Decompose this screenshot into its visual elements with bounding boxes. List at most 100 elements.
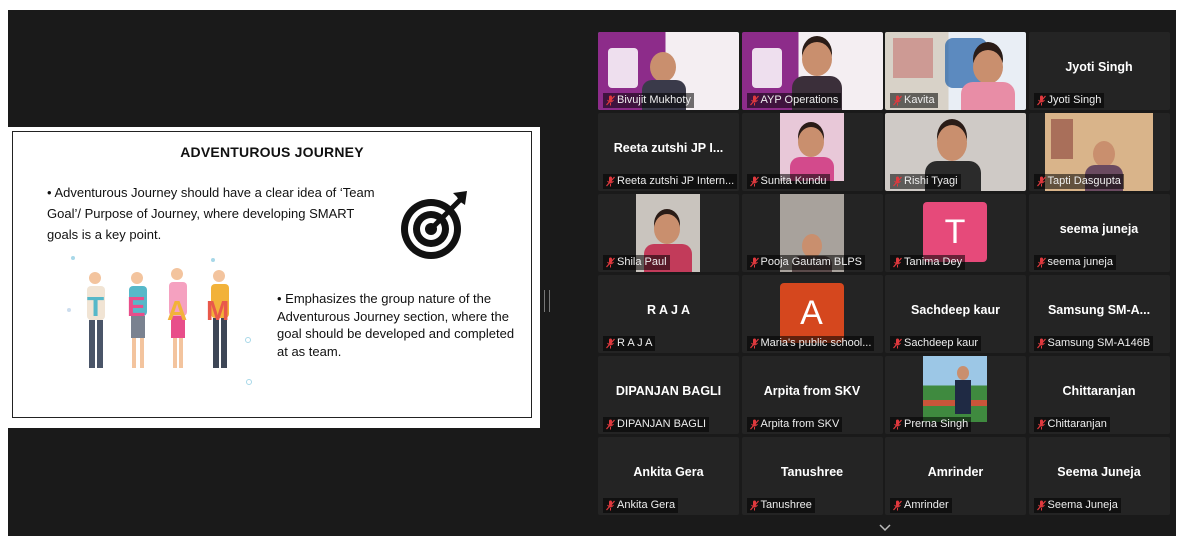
participant-tile[interactable]: A Maria's public school... [741, 275, 883, 353]
participant-name-label: Jyoti Singh [1033, 93, 1105, 108]
participant-display-name: Sachdeep kaur [911, 303, 1000, 317]
meeting-window: ADVENTUROUS JOURNEY • Adventurous Journe… [8, 10, 1176, 536]
participant-name: AYP Operations [760, 94, 839, 106]
participant-tile[interactable]: Shila Paul [598, 194, 739, 272]
participant-name: Arpita from SKV [760, 418, 840, 430]
mic-muted-icon [1036, 338, 1046, 349]
participant-tile[interactable]: Jyoti Singh Jyoti Singh [1028, 32, 1170, 110]
participant-display-name: Jyoti Singh [1065, 60, 1133, 74]
participant-name-label: DIPANJAN BAGLI [603, 417, 710, 432]
mic-muted-icon [606, 176, 615, 187]
participant-name: Bivujit Mukhoty [617, 94, 691, 106]
participant-name: Sachdeep kaur [904, 337, 978, 349]
participant-tile[interactable]: Rishi Tyagi [885, 113, 1026, 191]
participant-name: Ankita Gera [617, 499, 676, 511]
participant-name: Kavita [904, 94, 935, 106]
slide: ADVENTUROUS JOURNEY • Adventurous Journe… [12, 131, 532, 418]
participant-name: Samsung SM-A146B [1047, 337, 1151, 349]
mic-muted-icon [893, 176, 902, 187]
participant-name: Jyoti Singh [1047, 94, 1102, 106]
mic-muted-icon [606, 338, 615, 349]
resize-handle[interactable] [544, 290, 550, 312]
participant-name-label: seema juneja [1033, 255, 1116, 270]
participant-name-label: Ankita Gera [603, 498, 679, 513]
mic-muted-icon [893, 257, 902, 268]
participant-name-label: Seema Juneja [1033, 498, 1121, 513]
participant-name-label: Maria's public school... [746, 336, 875, 351]
participant-display-name: Tanushree [780, 465, 844, 479]
participant-name-label: Chittaranjan [1033, 417, 1110, 432]
participant-name-label: Shila Paul [603, 255, 670, 270]
mic-muted-icon [893, 95, 902, 106]
participant-tile[interactable]: Pooja Gautam BLPS [741, 194, 883, 272]
participant-name-label: Samsung SM-A146B [1033, 336, 1154, 351]
participant-tile[interactable]: seema juneja seema juneja [1028, 194, 1170, 272]
mic-muted-icon [749, 338, 759, 349]
participant-name-label: Pooja Gautam BLPS [746, 255, 866, 270]
participant-tile[interactable]: Bivujit Mukhoty [598, 32, 739, 110]
mic-muted-icon [749, 257, 759, 268]
participant-name-label: R A J A [603, 336, 656, 351]
participant-tile[interactable]: DIPANJAN BAGLI DIPANJAN BAGLI [598, 356, 739, 434]
participant-display-name: Reeta zutshi JP I... [613, 141, 724, 155]
participant-tile[interactable]: Kavita [885, 32, 1026, 110]
video-feed [779, 113, 844, 181]
participant-name: Tanushree [760, 499, 812, 511]
participant-tile[interactable]: Tanushree Tanushree [741, 437, 883, 515]
participant-tile[interactable]: Sachdeep kaur Sachdeep kaur [885, 275, 1026, 353]
participant-tile[interactable]: Tapti Dasgupta [1028, 113, 1170, 191]
participant-name: Amrinder [904, 499, 949, 511]
mic-muted-icon [749, 419, 759, 430]
participant-tile[interactable]: Ankita Gera Ankita Gera [598, 437, 739, 515]
participant-tile[interactable]: Prerna Singh [885, 356, 1026, 434]
participant-gallery: Bivujit Mukhoty AYP Operations Kavita Jyoti… [598, 32, 1170, 518]
participant-name: Sunita Kundu [760, 175, 827, 187]
shared-screen: ADVENTUROUS JOURNEY • Adventurous Journe… [8, 127, 540, 428]
svg-text:A: A [167, 295, 187, 326]
participant-display-name: R A J A [646, 303, 691, 317]
svg-text:T: T [87, 291, 104, 322]
mic-muted-icon [749, 500, 759, 511]
mic-muted-icon [606, 419, 615, 430]
mic-muted-icon [1036, 500, 1046, 511]
slide-bullet-1: • Adventurous Journey should have a clea… [47, 185, 375, 242]
svg-text:E: E [127, 291, 146, 322]
participant-display-name: Samsung SM-A... [1047, 303, 1151, 317]
participant-tile[interactable]: Reeta zutshi JP I... Reeta zutshi JP Inte… [598, 113, 739, 191]
participant-name-label: Tapti Dasgupta [1033, 174, 1124, 189]
participant-tile[interactable]: Arpita from SKV Arpita from SKV [741, 356, 883, 434]
mic-muted-icon [606, 500, 615, 511]
participant-tile[interactable]: T Tanima Dey [885, 194, 1026, 272]
participant-tile[interactable]: Samsung SM-A... Samsung SM-A146B [1028, 275, 1170, 353]
participant-tile[interactable]: Chittaranjan Chittaranjan [1028, 356, 1170, 434]
participant-name: Prerna Singh [904, 418, 969, 430]
participant-display-name: Chittaranjan [1062, 384, 1136, 398]
participant-name-label: Tanushree [746, 498, 815, 513]
target-icon [401, 191, 467, 259]
participant-name: Maria's public school... [760, 337, 872, 349]
mic-muted-icon [1036, 95, 1046, 106]
participant-name: Chittaranjan [1047, 418, 1107, 430]
participant-name-label: Arpita from SKV [746, 417, 843, 432]
participant-tile[interactable]: R A J A R A J A [598, 275, 739, 353]
mic-muted-icon [606, 257, 615, 268]
participant-tile[interactable]: Amrinder Amrinder [885, 437, 1026, 515]
participant-display-name: seema juneja [1059, 222, 1139, 236]
participant-tile[interactable]: Seema Juneja Seema Juneja [1028, 437, 1170, 515]
participant-name: Shila Paul [617, 256, 667, 268]
mic-muted-icon [893, 338, 902, 349]
mic-muted-icon [893, 419, 902, 430]
participant-display-name: DIPANJAN BAGLI [615, 384, 722, 398]
participant-name: Tanima Dey [904, 256, 963, 268]
participant-tile[interactable]: Sunita Kundu [741, 113, 883, 191]
participant-name-label: Sachdeep kaur [890, 336, 981, 351]
chevron-down-icon[interactable] [878, 523, 892, 533]
participant-tile[interactable]: AYP Operations [741, 32, 883, 110]
avatar: A [779, 283, 844, 343]
participant-name-label: Tanima Dey [890, 255, 966, 270]
participant-name: Rishi Tyagi [904, 175, 958, 187]
svg-text:M: M [206, 295, 229, 326]
participant-name: Seema Juneja [1047, 499, 1118, 511]
participant-display-name: Seema Juneja [1057, 465, 1141, 479]
video-feed [923, 356, 987, 422]
